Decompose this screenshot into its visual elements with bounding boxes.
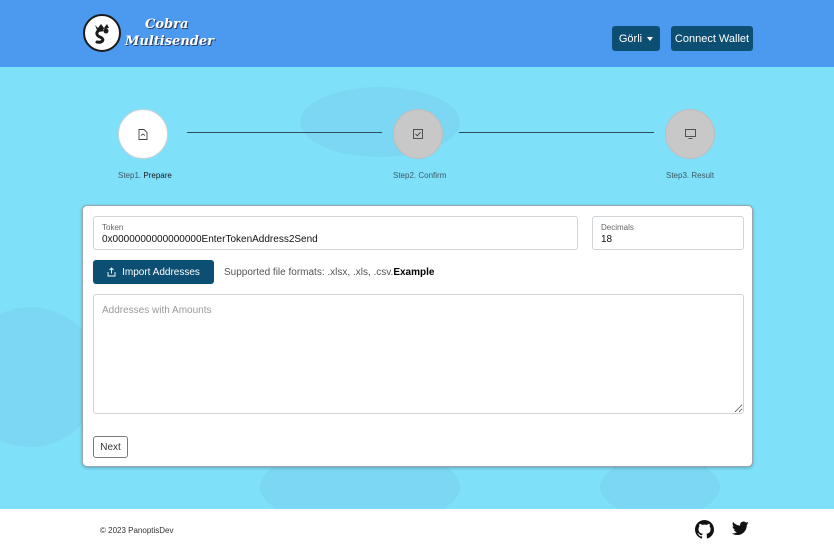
step-result-indicator <box>665 109 715 159</box>
formats-description: Supported file formats: .xlsx, .xls, .cs… <box>224 267 394 278</box>
decimals-field[interactable]: Decimals 18 <box>592 216 744 250</box>
import-addresses-button[interactable]: Import Addresses <box>93 260 214 284</box>
step-connector <box>187 132 382 133</box>
brand-name-line2: Multisender <box>125 34 214 49</box>
token-label: Token <box>102 223 124 232</box>
brand-name: Cobra Multisender <box>125 16 214 50</box>
step-confirm-name: Confirm <box>418 171 447 180</box>
twitter-icon[interactable] <box>732 521 749 536</box>
github-icon[interactable] <box>695 520 714 539</box>
step-result-prefix: Step3. <box>666 171 690 180</box>
step-prepare-label: Step1. Prepare <box>118 171 172 180</box>
top-navbar: Cobra Multisender Görli Connect Wallet <box>0 0 834 67</box>
step-confirm-prefix: Step2. <box>393 171 417 180</box>
step-result-name: Result <box>691 171 715 180</box>
step-result-label: Step3. Result <box>666 171 714 180</box>
addresses-amounts-textarea[interactable] <box>93 294 744 414</box>
step-prepare-indicator <box>118 109 168 159</box>
token-input[interactable]: 0x0000000000000000EnterTokenAddress2Send <box>102 234 318 245</box>
next-button[interactable]: Next <box>93 436 128 458</box>
network-label: Görli <box>618 32 643 45</box>
brand-logo[interactable]: Cobra Multisender <box>83 14 214 52</box>
decimals-label: Decimals <box>601 223 634 232</box>
decimals-input[interactable]: 18 <box>601 234 612 245</box>
main-content: Step1. Prepare Step2. Confirm Step3. Res… <box>0 67 834 509</box>
prepare-form-card: Token 0x0000000000000000EnterTokenAddres… <box>82 205 753 467</box>
page-footer: © 2023 PanoptisDev <box>0 509 834 556</box>
token-field[interactable]: Token 0x0000000000000000EnterTokenAddres… <box>93 216 578 250</box>
step-confirm-indicator <box>393 109 443 159</box>
file-icon <box>138 128 148 140</box>
example-link[interactable]: Example <box>393 267 434 278</box>
step-connector <box>459 132 654 133</box>
check-square-icon <box>413 129 423 139</box>
step-confirm-label: Step2. Confirm <box>393 171 446 180</box>
upload-icon <box>107 267 116 277</box>
connect-wallet-button[interactable]: Connect Wallet <box>671 26 753 51</box>
step-prepare-prefix: Step1. <box>118 171 142 180</box>
cobra-logo-icon <box>83 14 121 52</box>
monitor-icon <box>684 129 696 139</box>
network-dropdown-button[interactable]: Görli <box>612 26 660 51</box>
brand-name-line1: Cobra <box>145 17 189 32</box>
copyright-text: © 2023 PanoptisDev <box>100 526 174 535</box>
import-addresses-label: Import Addresses <box>122 266 200 278</box>
chevron-down-icon <box>647 36 654 41</box>
step-prepare-name: Prepare <box>143 171 172 180</box>
supported-formats-text: Supported file formats: .xlsx, .xls, .cs… <box>224 267 434 278</box>
